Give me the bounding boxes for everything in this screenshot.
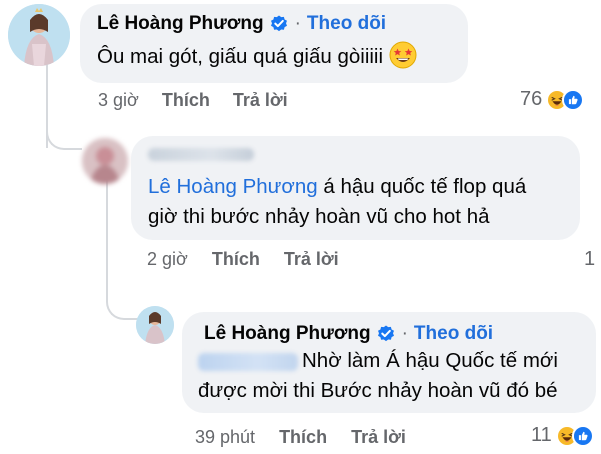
verified-badge-icon	[377, 325, 395, 343]
follow-button[interactable]: Theo dõi	[307, 13, 386, 35]
redacted-name	[148, 148, 254, 162]
reply-author-name-redacted[interactable]	[148, 146, 254, 162]
comment-timestamp[interactable]: 3 giờ	[98, 90, 139, 111]
reply-button[interactable]: Trả lời	[351, 427, 406, 448]
reaction-count: 1	[584, 248, 596, 270]
reply-button[interactable]: Trả lời	[233, 90, 288, 111]
reaction-icons	[546, 88, 585, 111]
separator-dot: ·	[401, 323, 408, 344]
comment-actions: 3 giờ Thích Trả lời	[98, 90, 288, 111]
reply-reaction-count[interactable]: 1	[584, 248, 595, 271]
avatar-photo	[8, 4, 70, 66]
like-reaction-icon	[562, 88, 585, 111]
separator-dot: ·	[294, 13, 301, 34]
reply-avatar-photo	[82, 138, 128, 184]
comment-text-content: Ôu mai gót, giấu quá giấu gòiiiii	[97, 45, 384, 68]
author-name[interactable]: Lê Hoàng Phương	[204, 323, 371, 345]
like-button[interactable]: Thích	[162, 90, 210, 111]
reply-text-line2: giờ thi bước nhảy hoàn vũ cho hot hả	[148, 205, 490, 228]
like-button[interactable]: Thích	[279, 427, 327, 448]
nested-reply-avatar[interactable]	[136, 306, 174, 344]
nested-reply-reaction-summary[interactable]: 11	[531, 424, 594, 447]
nested-reply-timestamp[interactable]: 39 phút	[195, 427, 255, 448]
thread-connector	[46, 120, 82, 150]
reply-text-line1: á hậu quốc tế flop quá	[317, 175, 527, 198]
reaction-count: 76	[520, 88, 543, 110]
redacted-mention[interactable]	[198, 352, 298, 371]
reaction-count: 11	[531, 424, 552, 446]
star-struck-emoji-icon	[389, 41, 417, 69]
like-reaction-icon	[571, 424, 594, 447]
comment-header: Lê Hoàng Phương · Theo dõi	[97, 10, 386, 38]
nested-reply-avatar-photo	[136, 306, 174, 344]
nested-reply-actions: 39 phút Thích Trả lời	[195, 427, 406, 448]
reply-timestamp[interactable]: 2 giờ	[147, 249, 188, 270]
like-button[interactable]: Thích	[212, 249, 260, 270]
reply-thread-connector	[106, 290, 140, 320]
nested-reply-text: Nhờ làm Á hậu Quốc tế mới	[198, 344, 558, 377]
reply-thread-line	[106, 172, 108, 302]
comment-text: Ôu mai gót, giấu quá giấu gòiiiii	[97, 40, 417, 73]
reaction-summary[interactable]: 76	[520, 88, 585, 111]
nested-reply-text-line2: được mời thi Bước nhảy hoàn vũ đó bé	[198, 379, 558, 402]
mention-link[interactable]: Lê Hoàng Phương	[148, 175, 318, 198]
reply-actions: 2 giờ Thích Trả lời	[147, 249, 339, 270]
reaction-icons	[555, 424, 594, 447]
verified-badge-icon	[270, 15, 288, 33]
follow-button[interactable]: Theo dõi	[414, 323, 493, 345]
reply-avatar[interactable]	[82, 138, 128, 184]
avatar[interactable]	[8, 4, 70, 66]
nested-reply-text-line1: Nhờ làm Á hậu Quốc tế mới	[302, 349, 558, 372]
reply-text: Lê Hoàng Phương á hậu quốc tế flop quá	[148, 170, 526, 203]
reply-button[interactable]: Trả lời	[284, 249, 339, 270]
author-name[interactable]: Lê Hoàng Phương	[97, 13, 264, 35]
